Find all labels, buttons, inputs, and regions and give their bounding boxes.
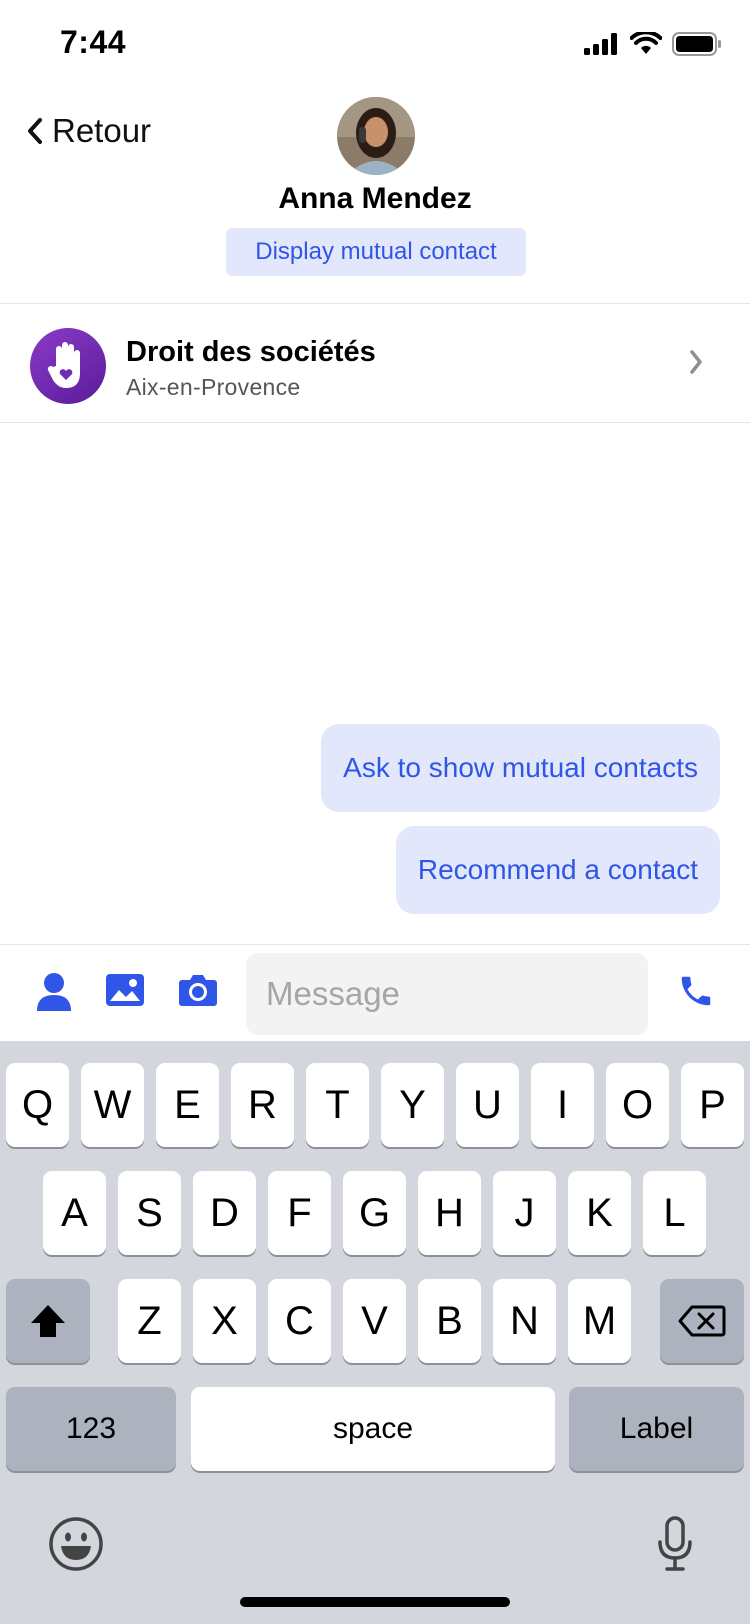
person-icon[interactable] xyxy=(36,972,72,1012)
numbers-key[interactable]: 123 xyxy=(6,1387,176,1471)
key-p[interactable]: P xyxy=(681,1063,744,1147)
battery-icon xyxy=(672,32,721,56)
backspace-key[interactable] xyxy=(660,1279,744,1363)
key-x[interactable]: X xyxy=(193,1279,256,1363)
microphone-icon[interactable] xyxy=(656,1516,694,1572)
ask-mutual-contacts-button[interactable]: Ask to show mutual contacts xyxy=(321,724,720,812)
group-logo xyxy=(30,328,106,404)
contact-name: Anna Mendez xyxy=(278,182,472,215)
backspace-icon xyxy=(678,1305,726,1337)
avatar[interactable] xyxy=(337,97,415,175)
chevron-right-icon xyxy=(690,350,702,374)
shift-icon xyxy=(31,1305,65,1337)
phone-icon[interactable] xyxy=(677,972,715,1010)
message-input[interactable] xyxy=(246,953,648,1035)
cellular-signal-icon xyxy=(584,33,617,55)
group-row[interactable]: Droit des sociétés Aix-en-Provence xyxy=(0,304,750,422)
back-button[interactable]: Retour xyxy=(26,112,151,150)
key-l[interactable]: L xyxy=(643,1171,706,1255)
key-s[interactable]: S xyxy=(118,1171,181,1255)
home-indicator xyxy=(240,1597,510,1607)
key-k[interactable]: K xyxy=(568,1171,631,1255)
key-y[interactable]: Y xyxy=(381,1063,444,1147)
group-title: Droit des sociétés xyxy=(126,336,376,368)
space-key[interactable]: space xyxy=(191,1387,555,1471)
status-time: 7:44 xyxy=(60,24,127,60)
key-h[interactable]: H xyxy=(418,1171,481,1255)
key-v[interactable]: V xyxy=(343,1279,406,1363)
recommend-contact-button[interactable]: Recommend a contact xyxy=(395,826,720,914)
status-icons xyxy=(584,32,722,56)
image-icon[interactable] xyxy=(106,972,144,1008)
key-j[interactable]: J xyxy=(493,1171,556,1255)
group-location: Aix-en-Provence xyxy=(126,374,301,400)
chevron-left-icon xyxy=(28,118,42,144)
key-u[interactable]: U xyxy=(456,1063,519,1147)
return-key[interactable]: Label xyxy=(569,1387,744,1471)
key-w[interactable]: W xyxy=(81,1063,144,1147)
key-g[interactable]: G xyxy=(343,1171,406,1255)
key-d[interactable]: D xyxy=(193,1171,256,1255)
hand-heart-icon xyxy=(47,342,80,388)
shift-key[interactable] xyxy=(6,1279,90,1363)
key-e[interactable]: E xyxy=(156,1063,219,1147)
key-m[interactable]: M xyxy=(568,1279,631,1363)
key-i[interactable]: I xyxy=(531,1063,594,1147)
wifi-icon xyxy=(630,32,662,54)
key-n[interactable]: N xyxy=(493,1279,556,1363)
key-a[interactable]: A xyxy=(43,1171,106,1255)
key-f[interactable]: F xyxy=(268,1171,331,1255)
emoji-icon[interactable] xyxy=(48,1516,104,1572)
key-b[interactable]: B xyxy=(418,1279,481,1363)
key-c[interactable]: C xyxy=(268,1279,331,1363)
group-divider xyxy=(0,422,750,423)
display-mutual-contact-button[interactable]: Display mutual contact xyxy=(226,228,526,276)
back-label: Retour xyxy=(52,112,152,149)
camera-icon[interactable] xyxy=(179,972,217,1006)
key-o[interactable]: O xyxy=(606,1063,669,1147)
key-z[interactable]: Z xyxy=(118,1279,181,1363)
key-t[interactable]: T xyxy=(306,1063,369,1147)
key-q[interactable]: Q xyxy=(6,1063,69,1147)
key-r[interactable]: R xyxy=(231,1063,294,1147)
